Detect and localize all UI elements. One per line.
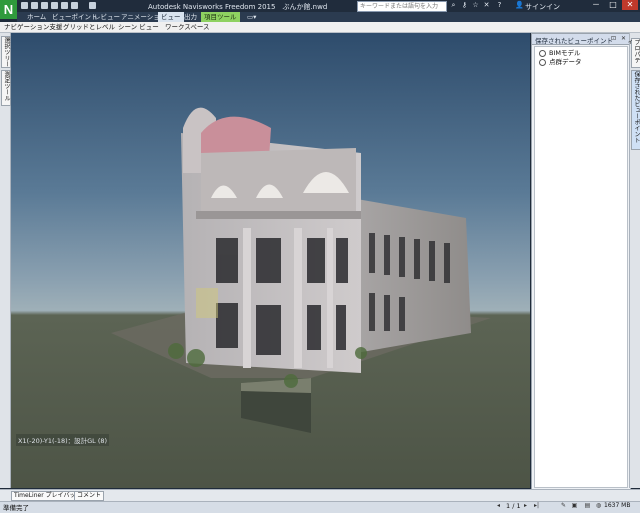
signin-button[interactable]: サインイン <box>525 2 560 12</box>
pin-icon[interactable]: ⊡ <box>610 35 617 42</box>
new-file-icon[interactable] <box>21 2 28 9</box>
scene-view-menu[interactable]: シーン ビュー <box>116 23 161 32</box>
binoculars-icon[interactable]: ⌕ <box>450 2 457 9</box>
selection-tree-tab[interactable]: 選択ツリー <box>1 36 11 68</box>
search-input[interactable] <box>358 2 446 11</box>
panel-header: 保存されたビューポイント ⊡ ✕ <box>532 34 630 45</box>
key-icon[interactable]: ⚷ <box>461 2 468 9</box>
web-icon: ◍ <box>595 502 602 509</box>
saved-viewpoints-tab[interactable]: 保存されたビューポイント <box>631 70 640 150</box>
disk-icon: ▤ <box>584 502 591 509</box>
viewpoint-item[interactable]: 点群データ <box>539 58 582 67</box>
close-button[interactable]: ✕ <box>622 0 638 10</box>
next-sheet-icon[interactable]: ▸ <box>522 502 529 510</box>
coordinate-readout: X1(-20)-Y1(-18)：設計GL (8) <box>16 434 110 446</box>
maximize-button[interactable]: □ <box>605 0 621 10</box>
prev-sheet-icon[interactable]: ◂ <box>495 502 502 510</box>
window-title: Autodesk Navisworks Freedom 2015 ぶんか館.nw… <box>148 3 328 11</box>
viewpoint-icon <box>539 58 546 66</box>
status-text: 準備完了 <box>3 504 29 512</box>
minimize-button[interactable]: － <box>588 0 604 10</box>
save-icon[interactable] <box>41 2 48 9</box>
workspace-menu[interactable]: ワークスペース <box>163 23 212 32</box>
viewpoint-icon <box>539 49 546 57</box>
pencil-icon[interactable]: ✎ <box>560 502 567 510</box>
comments-tab[interactable]: コメント <box>74 491 105 501</box>
properties-tab[interactable]: プロパティ <box>625 38 640 68</box>
3d-viewport[interactable] <box>11 33 530 488</box>
undo-icon[interactable] <box>61 2 68 9</box>
print-icon[interactable] <box>51 2 58 9</box>
viewpoint-label: BIMモデル <box>549 49 581 57</box>
cpu-icon: ▣ <box>571 502 578 509</box>
memory-usage: 1637 MB <box>604 502 631 509</box>
tab-item-tools[interactable]: 項目ツール <box>201 12 240 22</box>
viewpoint-label: 点群データ <box>549 58 582 66</box>
tab-view[interactable]: ビュー <box>158 12 184 22</box>
measure-tools-tab[interactable]: 測定ツール <box>1 70 11 106</box>
viewpoint-item[interactable]: BIMモデル <box>539 49 580 58</box>
user-icon[interactable]: 👤 <box>515 2 524 9</box>
star-icon[interactable]: ☆ <box>472 2 479 9</box>
x-icon[interactable]: ✕ <box>483 2 490 9</box>
help-icon[interactable]: ? <box>496 2 503 9</box>
redo-icon[interactable] <box>71 2 78 9</box>
point-cloud-building-image <box>111 107 491 433</box>
tab-home[interactable]: ホーム <box>24 12 49 22</box>
select-icon[interactable] <box>89 2 96 9</box>
viewpoint-list: BIMモデル 点群データ <box>534 46 628 488</box>
status-bar <box>0 501 640 513</box>
tab-output[interactable]: 出力 <box>181 12 200 22</box>
panel-title: 保存されたビューポイント <box>535 37 613 45</box>
page-count: 1 / 1 <box>506 502 521 510</box>
last-sheet-icon[interactable]: ▸| <box>533 502 540 510</box>
search-box[interactable] <box>357 1 447 12</box>
open-file-icon[interactable] <box>31 2 38 9</box>
grids-levels-menu[interactable]: グリッドとレベル <box>61 23 117 32</box>
ribbon-options-icon[interactable]: ▭▾ <box>244 12 259 22</box>
app-menu-button[interactable]: N <box>0 0 17 19</box>
saved-viewpoints-panel: 保存されたビューポイント ⊡ ✕ BIMモデル 点群データ <box>531 33 631 490</box>
nav-aids-menu[interactable]: ナビゲーション支援 <box>2 23 64 32</box>
